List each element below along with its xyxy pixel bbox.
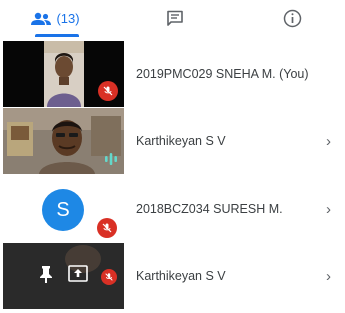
participant-name: Karthikeyan S V	[136, 134, 226, 148]
speaking-indicator-icon	[105, 153, 117, 165]
video-tile	[3, 243, 124, 309]
chat-icon	[167, 10, 183, 26]
participant-row[interactable]: 2019PMC029 SNEHA M. (You)	[0, 41, 345, 107]
participant-row[interactable]: S 2018BCZ034 SURESH M. ›	[0, 176, 345, 242]
pin-icon[interactable]	[39, 265, 53, 283]
tab-people[interactable]: (13)	[0, 0, 110, 37]
participant-name: Karthikeyan S V	[136, 269, 226, 283]
info-icon	[283, 9, 302, 28]
participant-row[interactable]: Karthikeyan S V ›	[0, 108, 345, 174]
participant-name: 2019PMC029 SNEHA M. (You)	[136, 67, 309, 81]
chevron-right-icon[interactable]: ›	[326, 268, 331, 285]
avatar: S	[42, 189, 84, 231]
video-tile: S	[3, 176, 124, 242]
mic-off-icon	[97, 218, 117, 238]
mic-off-icon	[98, 81, 118, 101]
tab-info[interactable]	[240, 0, 345, 37]
tab-bar: (13)	[0, 0, 345, 37]
people-icon	[31, 12, 52, 25]
tab-chat[interactable]	[125, 0, 225, 37]
video-tile	[3, 41, 124, 107]
participant-name: 2018BCZ034 SURESH M.	[136, 202, 283, 216]
video-tile	[3, 108, 124, 174]
chevron-right-icon[interactable]: ›	[326, 133, 331, 150]
mic-off-icon	[101, 269, 117, 285]
participant-row[interactable]: Karthikeyan S V ›	[0, 243, 345, 309]
people-count: (13)	[56, 11, 80, 26]
active-tab-indicator	[35, 34, 79, 37]
chevron-right-icon[interactable]: ›	[326, 201, 331, 218]
present-screen-icon	[68, 265, 88, 282]
